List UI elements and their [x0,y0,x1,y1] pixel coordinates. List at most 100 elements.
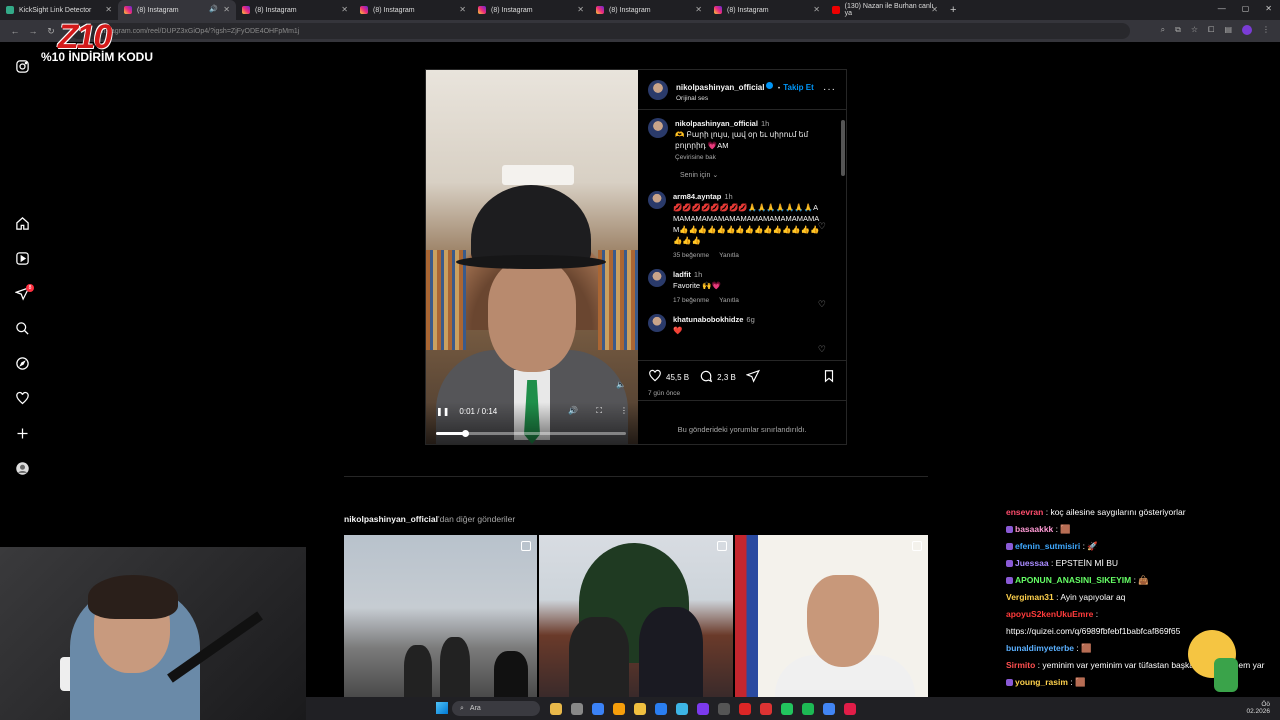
fullscreen-icon[interactable]: ⛶ [596,406,602,416]
new-tab-icon[interactable]: + [950,4,956,16]
reply-link[interactable]: Yanıtla [719,297,739,304]
tab-close-icon[interactable]: ✕ [105,5,112,14]
audio-label[interactable]: Orijinal ses [676,95,814,102]
close-window-icon[interactable]: ✕ [1265,4,1272,13]
caption-username[interactable]: nikolpashinyan_official [675,119,758,128]
chat-username[interactable]: young_rasim [1015,677,1068,687]
create-plus-icon[interactable] [14,425,31,442]
more-posts-owner[interactable]: nikolpashinyan_official [344,514,438,524]
instagram-logo-icon[interactable] [14,58,31,75]
reply-link[interactable]: Yanıtla [719,252,739,259]
cast-icon[interactable]: ⧉ [1175,25,1181,35]
browser-tab[interactable]: (130) Nazan ile Burhan canlı ya ✕ [826,0,944,20]
forward-icon[interactable]: → [24,26,42,36]
comment-count[interactable]: 2,3 B [717,373,736,382]
windows-start-icon[interactable] [436,702,448,714]
tab-close-icon[interactable]: ✕ [695,5,702,14]
volume-icon[interactable]: 🔊 [568,406,578,416]
profile-avatar-icon[interactable] [1242,25,1252,35]
reel-video[interactable]: 🔈 ❚❚ 0:01 / 0:14 🔊 ⛶ ⋮ [426,70,638,444]
author-avatar[interactable] [648,79,668,100]
pause-icon[interactable]: ❚❚ [436,407,449,416]
save-bookmark-icon[interactable] [822,369,836,385]
taskbar-app-icon[interactable] [739,702,751,715]
author-username[interactable]: nikolpashinyan_official [676,83,764,92]
comment-like-icon[interactable]: ♡ [818,221,826,232]
taskbar-app-icon[interactable] [781,702,793,715]
comment-likes[interactable]: 17 beğenme [673,297,709,304]
browser-tab[interactable]: (8) Instagram 🔊 ✕ [118,0,236,20]
taskbar-app-icon[interactable] [655,702,667,715]
taskbar-app-icon[interactable] [697,702,709,715]
more-post-thumbnail[interactable] [344,535,538,697]
translate-link[interactable]: Çevirisine bak [675,154,716,161]
browser-tab[interactable]: (8) Instagram ✕ [354,0,472,20]
like-count[interactable]: 45,5 B [666,373,689,382]
tab-close-icon[interactable]: ✕ [459,5,466,14]
extensions-icon[interactable]: ⧠ [1208,25,1214,35]
taskbar-search[interactable]: ⌕ Ara [452,701,540,716]
taskbar-app-icon[interactable] [718,702,730,715]
caption-avatar[interactable] [648,118,668,138]
profile-icon[interactable] [14,460,31,477]
browser-tab[interactable]: (8) Instagram ✕ [472,0,590,20]
comments-scrollbar[interactable] [841,114,845,358]
video-more-icon[interactable]: ⋮ [620,406,628,416]
chat-username[interactable]: apoyuS2kenUkuEmre [1006,609,1093,619]
video-progress-bar[interactable] [436,430,626,437]
taskbar-app-icon[interactable] [760,702,772,715]
share-icon[interactable] [745,369,760,385]
comment-sort-dropdown[interactable]: Senin için ⌄ [680,171,834,179]
taskbar-app-icon[interactable] [823,702,835,715]
browser-tab[interactable]: (8) Instagram ✕ [590,0,708,20]
menu-icon[interactable]: ⋮ [1262,25,1270,35]
reels-icon[interactable] [14,250,31,267]
chat-username[interactable]: APONUN_ANASINI_SIKEYIM [1015,575,1131,585]
minimize-icon[interactable]: — [1218,4,1226,13]
more-post-thumbnail[interactable] [734,535,928,697]
explore-icon[interactable] [14,355,31,372]
chat-username[interactable]: basaakkk [1015,524,1053,534]
commenter-avatar[interactable] [648,191,666,209]
taskbar-app-icon[interactable] [844,702,856,715]
post-more-icon[interactable]: ··· [823,84,836,95]
taskbar-app-icon[interactable] [592,702,604,715]
notifications-heart-icon[interactable] [14,390,31,407]
tab-close-icon[interactable]: ✕ [223,5,230,14]
commenter-username[interactable]: arm84.ayntap [673,192,721,201]
chat-username[interactable]: Juessaa [1015,558,1049,568]
home-icon[interactable] [14,215,31,232]
search-icon[interactable] [14,320,31,337]
maximize-icon[interactable]: ▢ [1242,4,1250,13]
tab-close-icon[interactable]: ✕ [931,5,938,14]
commenter-avatar[interactable] [648,314,666,332]
commenter-username[interactable]: ladfit [673,270,691,279]
browser-tab[interactable]: (8) Instagram ✕ [236,0,354,20]
chat-username[interactable]: bunaldimyeterbe [1006,643,1074,653]
commenter-username[interactable]: khatunabobokhidze [673,315,743,324]
sidepanel-icon[interactable]: ▤ [1224,25,1232,35]
follow-button[interactable]: Takip Et [783,83,814,92]
scrollbar-thumb[interactable] [841,120,845,176]
video-progress-knob[interactable] [461,430,469,437]
more-post-thumbnail[interactable] [539,535,733,697]
taskbar-app-icon[interactable] [802,702,814,715]
zoom-icon[interactable]: ⌕ [1161,25,1165,35]
bookmark-star-icon[interactable]: ☆ [1191,25,1198,35]
chat-username[interactable]: Vergiman31 [1006,592,1054,602]
commenter-avatar[interactable] [648,269,666,287]
chat-username[interactable]: efenin_sutmisiri [1015,541,1080,551]
taskbar-app-icon[interactable] [550,702,562,715]
tab-audio-icon[interactable]: 🔊 [209,5,218,13]
taskbar-app-icon[interactable] [571,702,583,715]
taskbar-app-icon[interactable] [634,702,646,715]
chat-username[interactable]: ensevran [1006,507,1043,517]
system-tray-clock[interactable]: Öö 02.2026 [1247,701,1271,715]
back-icon[interactable]: ← [6,26,24,36]
comment-like-icon[interactable]: ♡ [818,299,826,310]
comment-like-icon[interactable]: ♡ [818,344,826,355]
browser-tab[interactable]: KickSight Link Detector ✕ [0,0,118,20]
comment-likes[interactable]: 35 beğenme [673,252,709,259]
tab-close-icon[interactable]: ✕ [341,5,348,14]
browser-tab[interactable]: (8) Instagram ✕ [708,0,826,20]
